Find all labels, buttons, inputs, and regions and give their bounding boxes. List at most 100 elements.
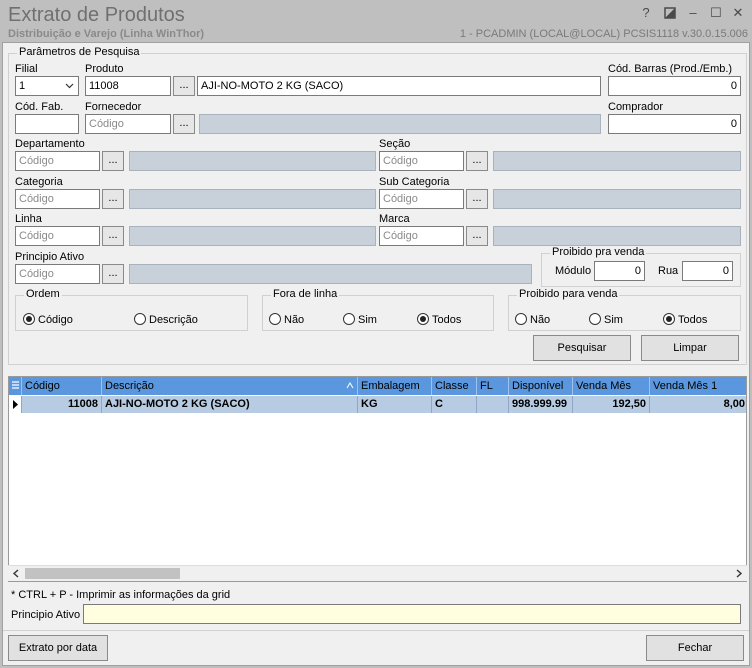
fornecedor-input[interactable]: Código [85, 114, 171, 134]
secao-lookup-button[interactable]: ... [466, 151, 488, 171]
fechar-button[interactable]: Fechar [646, 635, 744, 661]
table-row[interactable]: 11008 AJI-NO-MOTO 2 KG (SACO) KG C 998.9… [9, 396, 746, 413]
cod-barras-label: Cód. Barras (Prod./Emb.) [608, 63, 733, 75]
linha-label: Linha [15, 213, 42, 225]
rua-label: Rua [658, 265, 679, 277]
fora-linha-nao-radio[interactable]: Não [269, 313, 304, 327]
departamento-input[interactable]: Código [15, 151, 100, 171]
status-info: 1 - PCADMIN (LOCAL@LOCAL) PCSIS1118 v.30… [459, 28, 748, 40]
marca-input[interactable]: Código [379, 226, 464, 246]
cod-fab-label: Cód. Fab. [15, 101, 64, 113]
print-hint: * CTRL + P - Imprimir as informações da … [11, 589, 231, 601]
help-icon[interactable]: ? [636, 4, 656, 22]
col-classe[interactable]: Classe [432, 377, 477, 395]
pesquisar-button[interactable]: Pesquisar [533, 335, 631, 361]
secao-desc-field [493, 151, 741, 171]
cod-fab-input[interactable] [15, 114, 79, 134]
maximize-icon[interactable]: ☐ [706, 4, 726, 22]
categoria-label: Categoria [15, 176, 63, 188]
ordem-descricao-radio[interactable]: Descrição [134, 313, 198, 327]
principio-lookup-button[interactable]: ... [102, 264, 124, 284]
proibido-radio-title: Proibido para venda [517, 288, 620, 300]
comprador-input[interactable]: 0 [608, 114, 741, 134]
radio-selected-icon [417, 313, 429, 325]
produto-desc-field: AJI-NO-MOTO 2 KG (SACO) [197, 76, 601, 96]
secao-label: Seção [379, 138, 411, 150]
cod-barras-input[interactable]: 0 [608, 76, 741, 96]
radio-icon [134, 313, 146, 325]
radio-icon [515, 313, 527, 325]
row-indicator-icon [9, 396, 22, 413]
categoria-input[interactable]: Código [15, 189, 100, 209]
window-title: Extrato de Produtos [8, 4, 185, 26]
marca-desc-field [493, 226, 741, 246]
fornecedor-lookup-button[interactable]: ... [173, 114, 195, 134]
produto-code-input[interactable]: 11008 [85, 76, 171, 96]
secao-input[interactable]: Código [379, 151, 464, 171]
col-venda-mes-1[interactable]: Venda Mês 1 [650, 377, 746, 395]
col-embalagem[interactable]: Embalagem [358, 377, 432, 395]
minimize-icon[interactable]: – [683, 4, 703, 22]
radio-icon [269, 313, 281, 325]
departamento-label: Departamento [15, 138, 85, 150]
col-descricao[interactable]: Descrição [102, 377, 358, 395]
cell-descricao: AJI-NO-MOTO 2 KG (SACO) [102, 396, 358, 413]
filial-select[interactable]: 1 [15, 76, 79, 96]
scroll-left-icon[interactable] [11, 567, 21, 583]
principio-desc-field [129, 264, 532, 284]
produto-label: Produto [85, 63, 124, 75]
linha-lookup-button[interactable]: ... [102, 226, 124, 246]
sort-asc-icon [345, 377, 357, 395]
proibido-venda-title: Proibido pra venda [550, 246, 647, 258]
scroll-right-icon[interactable] [734, 567, 744, 583]
ordem-codigo-radio[interactable]: Código [23, 313, 73, 327]
col-venda-mes[interactable]: Venda Mês [573, 377, 650, 395]
footer-divider [3, 630, 749, 631]
search-params-title: Parâmetros de Pesquisa [17, 46, 142, 58]
grid-header: Código Descrição Embalagem Classe FL Dis… [9, 377, 746, 395]
fora-linha-todos-radio[interactable]: Todos [417, 313, 461, 327]
departamento-lookup-button[interactable]: ... [102, 151, 124, 171]
subcategoria-input[interactable]: Código [379, 189, 464, 209]
cell-fl [477, 396, 509, 413]
proibido-sim-radio[interactable]: Sim [589, 313, 623, 327]
subcategoria-desc-field [493, 189, 741, 209]
linha-input[interactable]: Código [15, 226, 100, 246]
window-subtitle: Distribuição e Varejo (Linha WinThor) [8, 28, 205, 40]
radio-selected-icon [23, 313, 35, 325]
radio-icon [589, 313, 601, 325]
subcategoria-label: Sub Categoria [379, 176, 450, 188]
categoria-lookup-button[interactable]: ... [102, 189, 124, 209]
subcategoria-lookup-button[interactable]: ... [466, 189, 488, 209]
col-fl[interactable]: FL [477, 377, 509, 395]
fora-linha-title: Fora de linha [271, 288, 340, 300]
marca-lookup-button[interactable]: ... [466, 226, 488, 246]
restore-icon[interactable] [660, 4, 680, 22]
cell-embalagem: KG [358, 396, 432, 413]
extrato-por-data-button[interactable]: Extrato por data [8, 635, 108, 661]
close-icon[interactable]: ✕ [728, 4, 748, 22]
proibido-nao-radio[interactable]: Não [515, 313, 550, 327]
col-disponivel[interactable]: Disponível [509, 377, 573, 395]
rua-input[interactable]: 0 [682, 261, 733, 281]
scroll-thumb[interactable] [25, 568, 180, 579]
cell-disponivel: 998.999.99 [509, 396, 573, 413]
results-grid[interactable]: Código Descrição Embalagem Classe FL Dis… [8, 376, 747, 582]
departamento-desc-field [129, 151, 376, 171]
horizontal-scrollbar[interactable] [8, 565, 747, 581]
filial-label: Filial [15, 63, 38, 75]
principio-input[interactable]: Código [15, 264, 100, 284]
col-codigo[interactable]: Código [22, 377, 102, 395]
fornecedor-desc-field [199, 114, 601, 134]
proibido-todos-radio[interactable]: Todos [663, 313, 707, 327]
marca-label: Marca [379, 213, 410, 225]
produto-lookup-button[interactable]: ... [173, 76, 195, 96]
grid-menu-icon[interactable] [9, 377, 22, 395]
fora-linha-sim-radio[interactable]: Sim [343, 313, 377, 327]
modulo-input[interactable]: 0 [594, 261, 645, 281]
limpar-button[interactable]: Limpar [641, 335, 739, 361]
app-window: Extrato de Produtos Distribuição e Varej… [0, 0, 752, 668]
radio-selected-icon [663, 313, 675, 325]
cell-venda-mes: 192,50 [573, 396, 650, 413]
linha-desc-field [129, 226, 376, 246]
